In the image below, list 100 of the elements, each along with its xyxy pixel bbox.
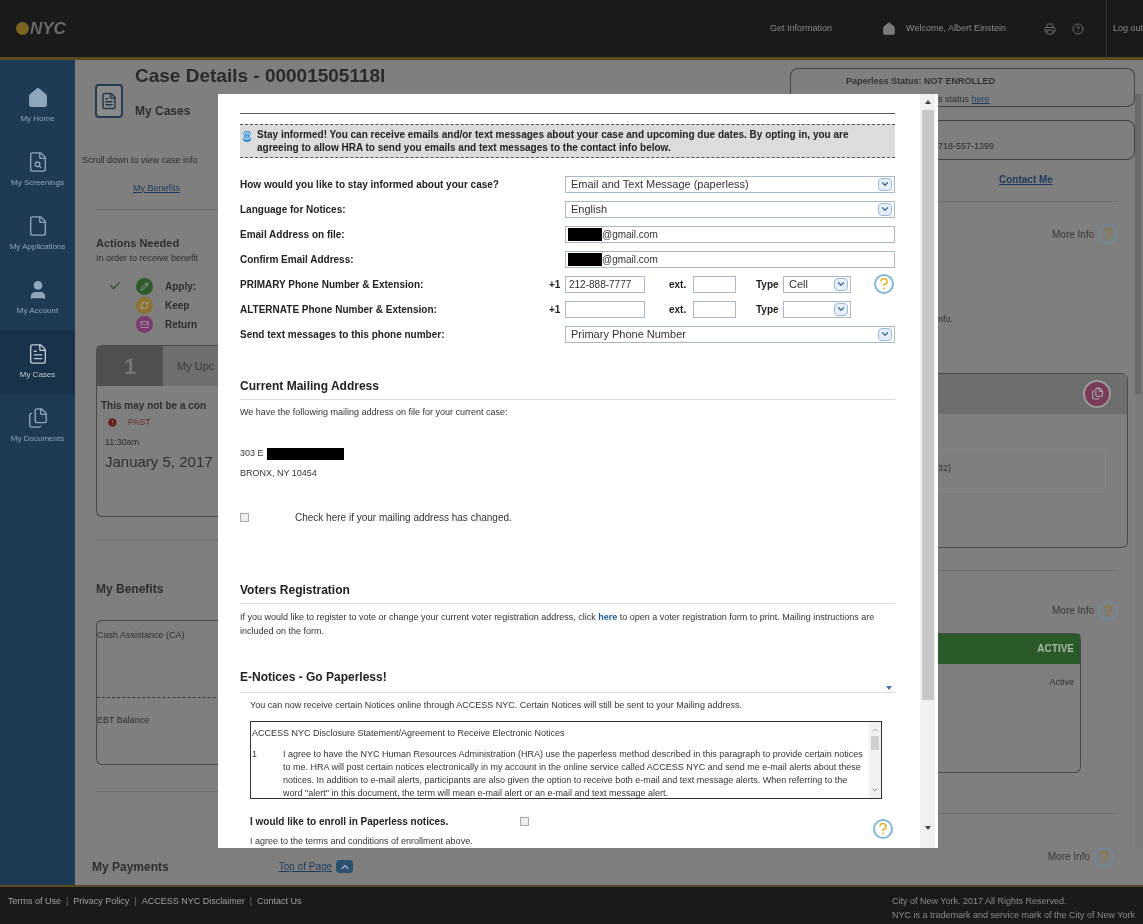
sidebar-item[interactable]: My Account <box>0 266 75 330</box>
nav-label: My Applications <box>9 241 66 253</box>
caret-icon <box>878 177 892 191</box>
redaction-bar <box>568 227 602 241</box>
action-icon <box>136 296 153 314</box>
footer-link[interactable]: Privacy Policy <box>73 895 130 909</box>
dialog-scrollbar[interactable] <box>920 94 935 848</box>
nav-icon <box>26 87 49 109</box>
help-icon[interactable] <box>1098 224 1119 244</box>
sidebar-item[interactable]: My Home <box>0 74 75 138</box>
footer-separator: | <box>66 895 69 908</box>
street-address: 303 E <box>240 447 264 461</box>
logout-link[interactable]: Log out <box>1112 21 1143 36</box>
sidebar-item[interactable]: My Applications <box>0 202 75 266</box>
address-changed-checkbox[interactable] <box>240 513 249 523</box>
extension-field[interactable] <box>693 275 736 293</box>
enroll-label: I would like to enroll in Paperless notices. <box>250 815 450 830</box>
clause-number: 1 <box>252 748 258 762</box>
more-info-link[interactable]: More Info <box>1052 226 1095 242</box>
sidebar-item[interactable]: My Cases <box>0 330 75 394</box>
help-icon[interactable] <box>874 274 894 295</box>
help-icon[interactable] <box>873 818 893 839</box>
type-label: Type <box>756 277 780 292</box>
field-label: ALTERNATE Phone Number & Extension: <box>240 302 438 317</box>
footer-link[interactable]: ACCESS NYC Disclaimer <box>141 895 245 909</box>
dropdown[interactable]: English <box>565 200 895 218</box>
help-icon[interactable] <box>1094 846 1114 867</box>
more-info-link[interactable]: More Info <box>1052 603 1095 618</box>
caret-icon <box>878 327 892 341</box>
caret-icon <box>834 302 848 316</box>
field-label: Send text messages to this phone number: <box>240 327 446 342</box>
sidebar-item[interactable]: My Screenings <box>0 138 75 202</box>
textbox-scrollbar[interactable] <box>869 721 881 798</box>
nav-label: My Documents <box>10 433 65 445</box>
phone-number: 718-557-1399 <box>938 139 995 153</box>
page-subtitle: My Cases <box>135 103 192 120</box>
page-scrollbar[interactable] <box>1135 94 1143 848</box>
office-text-tail: 32) <box>938 461 951 475</box>
ext-label: ext. <box>669 277 688 292</box>
section-hint: In order to receive benefit <box>96 251 200 265</box>
phone-type-dropdown[interactable] <box>783 300 851 318</box>
program-name: Cash Assistance (CA) <box>97 629 186 642</box>
email-field[interactable]: @gmail.com <box>565 250 895 268</box>
action-icon <box>136 315 153 333</box>
info-icon <box>243 130 251 142</box>
nav-label: My Account <box>16 305 59 317</box>
get-information-link[interactable]: Get Information <box>770 21 833 36</box>
scroll-thumb[interactable] <box>871 735 879 750</box>
caret-icon <box>834 277 848 291</box>
balance-label: EBT Balance <box>97 713 151 727</box>
help-icon[interactable] <box>1098 600 1119 621</box>
voter-registration-text: If you would like to register to vote or change your current voter registration address, click here to open a voter registration form to print. Mailing instructions are included on the form. <box>240 611 876 639</box>
ext-label: ext. <box>669 302 688 317</box>
nav-label: My Home <box>20 113 55 125</box>
paperless-status-text: s status here <box>938 94 990 106</box>
alert-icon <box>107 417 118 429</box>
logo-text: NYC <box>30 17 66 40</box>
appointment-date: January 5, 2017 <box>105 452 214 472</box>
footer-link[interactable]: Terms of Use <box>8 895 61 909</box>
more-info-link[interactable]: More Info <box>1047 849 1090 864</box>
sidebar-item[interactable]: My Documents <box>0 394 75 458</box>
email-field[interactable]: @gmail.com <box>565 225 895 243</box>
enotices-intro: You can now receive certain Notices online through ACCESS NYC. Certain Notices will still be sent to your Mailing address. <box>250 699 743 713</box>
footer-link[interactable]: Contact Us <box>257 895 302 909</box>
extension-field[interactable] <box>693 300 736 318</box>
footer-separator: | <box>134 895 137 908</box>
section-title: E-Notices - Go Paperless! <box>240 669 387 687</box>
section-title: Actions Needed <box>96 236 181 251</box>
print-icon[interactable] <box>1043 22 1056 35</box>
appointment-icon <box>1083 379 1111 408</box>
voter-form-link[interactable]: here <box>598 612 618 623</box>
phone-field[interactable] <box>565 300 645 318</box>
actions-text-tail: nfo. <box>938 313 954 326</box>
dropdown[interactable]: Primary Phone Number <box>565 325 895 343</box>
section-title: Voters Registration <box>240 582 351 600</box>
top-of-page-link[interactable]: Top of Page <box>278 859 333 874</box>
field-label: How would you like to stay informed about your case? <box>240 177 500 192</box>
banner-text: Stay informed! You can receive emails and/or text messages about your case and upcoming due dates. By opting in, you are agreeing to allow HRA to send you emails and text messages to the contact info below. <box>257 127 850 154</box>
phone-type-dropdown[interactable]: Cell <box>783 275 851 293</box>
enroll-checkbox[interactable] <box>520 817 529 827</box>
benefit-status: ACTIVE <box>1037 642 1074 656</box>
status-link[interactable]: here <box>971 94 990 104</box>
case-document-icon <box>95 84 123 118</box>
country-code: +1 <box>549 277 562 292</box>
help-icon[interactable] <box>1071 22 1084 35</box>
contact-link[interactable]: Contact Me <box>999 172 1135 187</box>
up-arrow-icon[interactable] <box>336 860 354 873</box>
dropdown[interactable]: Email and Text Message (paperless) <box>565 175 895 193</box>
paperless-status: Paperless Status: NOT ENROLLED <box>846 75 996 88</box>
action-text: Apply: <box>165 279 197 294</box>
check-icon <box>109 280 121 292</box>
country-code: +1 <box>549 302 562 317</box>
nyc-logo[interactable]: NYC <box>16 15 66 42</box>
agreement-textbox[interactable] <box>250 720 882 799</box>
field-label: PRIMARY Phone Number & Extension: <box>240 277 425 292</box>
phone-field[interactable]: 212-888-7777 <box>565 275 645 293</box>
field-label: Language for Notices: <box>240 202 347 217</box>
home-icon[interactable] <box>882 21 897 36</box>
nav-label: My Cases <box>19 369 56 381</box>
benefits-link[interactable]: My Benefits <box>133 181 218 195</box>
